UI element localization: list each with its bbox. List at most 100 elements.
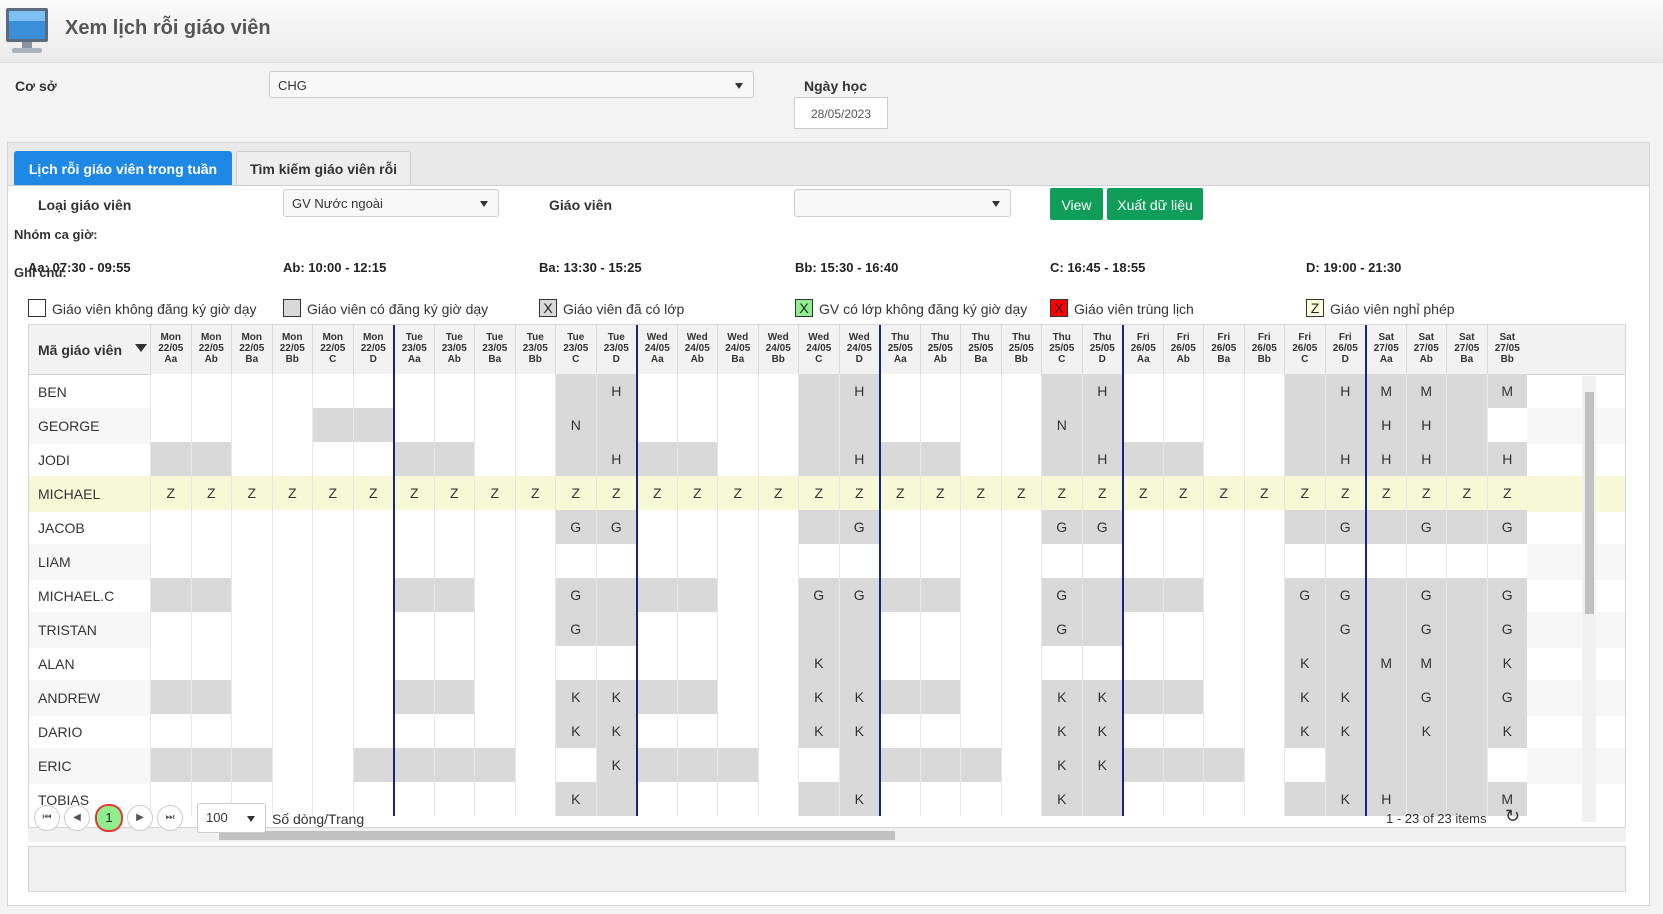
schedule-cell[interactable]: H	[1486, 442, 1527, 476]
next-page-icon[interactable]: ▶	[127, 805, 153, 831]
schedule-cell[interactable]	[271, 612, 312, 646]
schedule-cell[interactable]: Z	[271, 476, 313, 510]
schedule-cell[interactable]: G	[1486, 510, 1527, 544]
schedule-cell[interactable]: Z	[960, 476, 1001, 510]
schedule-cell[interactable]	[757, 408, 798, 442]
schedule-cell[interactable]	[514, 544, 555, 578]
schedule-cell[interactable]	[1284, 374, 1325, 408]
schedule-cell[interactable]: K	[1041, 680, 1082, 714]
schedule-cell[interactable]	[555, 544, 596, 578]
schedule-cell[interactable]	[1203, 680, 1244, 714]
schedule-cell[interactable]: Z	[1486, 476, 1528, 510]
schedule-cell[interactable]: K	[1284, 680, 1325, 714]
view-button[interactable]: View	[1050, 188, 1103, 220]
schedule-cell[interactable]: K	[1284, 646, 1325, 680]
schedule-cell[interactable]	[798, 442, 839, 476]
schedule-cell[interactable]	[474, 544, 515, 578]
schedule-cell[interactable]	[1203, 408, 1244, 442]
schedule-cell[interactable]	[312, 442, 353, 476]
schedule-cell[interactable]: H	[838, 374, 879, 408]
schedule-cell[interactable]	[312, 544, 353, 578]
schedule-cell[interactable]	[838, 646, 879, 680]
schedule-cell[interactable]	[150, 748, 191, 782]
schedule-cell[interactable]	[1081, 646, 1122, 680]
schedule-cell[interactable]: G	[1405, 578, 1446, 612]
schedule-cell[interactable]	[595, 544, 636, 578]
schedule-cell[interactable]	[676, 646, 717, 680]
schedule-cell[interactable]: K	[1324, 782, 1365, 816]
schedule-cell[interactable]: Z	[919, 476, 961, 510]
filter-icon[interactable]	[135, 344, 147, 352]
schedule-cell[interactable]	[474, 442, 515, 476]
schedule-cell[interactable]: H	[1365, 408, 1406, 442]
schedule-cell[interactable]	[1081, 612, 1122, 646]
schedule-cell[interactable]	[433, 748, 474, 782]
schedule-cell[interactable]	[919, 612, 960, 646]
schedule-cell[interactable]	[1122, 374, 1163, 408]
schedule-cell[interactable]: K	[838, 714, 879, 748]
schedule-cell[interactable]: M	[1365, 646, 1406, 680]
schedule-cell[interactable]	[312, 578, 353, 612]
schedule-cell[interactable]: K	[1324, 680, 1365, 714]
schedule-cell[interactable]	[1243, 374, 1284, 408]
schedule-cell[interactable]	[1162, 544, 1203, 578]
schedule-cell[interactable]	[717, 714, 758, 748]
schedule-cell[interactable]	[393, 374, 434, 408]
schedule-cell[interactable]: Z	[393, 476, 434, 510]
schedule-cell[interactable]	[1203, 442, 1244, 476]
schedule-cell[interactable]	[676, 544, 717, 578]
schedule-cell[interactable]	[1203, 374, 1244, 408]
schedule-cell[interactable]	[1243, 612, 1284, 646]
schedule-cell[interactable]	[1446, 408, 1487, 442]
schedule-cell[interactable]	[1122, 578, 1163, 612]
schedule-cell[interactable]	[757, 748, 798, 782]
schedule-cell[interactable]	[676, 442, 717, 476]
schedule-cell[interactable]	[676, 714, 717, 748]
schedule-cell[interactable]: Z	[1162, 476, 1204, 510]
schedule-cell[interactable]: Z	[555, 476, 596, 510]
schedule-cell[interactable]	[231, 612, 272, 646]
schedule-cell[interactable]	[1041, 374, 1082, 408]
schedule-cell[interactable]	[1243, 510, 1284, 544]
schedule-cell[interactable]	[636, 748, 677, 782]
schedule-cell[interactable]	[798, 612, 839, 646]
schedule-cell[interactable]	[960, 544, 1001, 578]
schedule-cell[interactable]	[1162, 714, 1203, 748]
schedule-cell[interactable]: Z	[433, 476, 475, 510]
schedule-cell[interactable]	[717, 646, 758, 680]
schedule-cell[interactable]	[879, 748, 920, 782]
schedule-cell[interactable]	[1000, 442, 1041, 476]
schedule-cell[interactable]	[190, 680, 231, 714]
schedule-cell[interactable]	[1324, 408, 1365, 442]
schedule-cell[interactable]	[1000, 680, 1041, 714]
schedule-cell[interactable]	[879, 680, 920, 714]
schedule-cell[interactable]	[271, 374, 312, 408]
schedule-cell[interactable]	[1324, 544, 1365, 578]
schedule-cell[interactable]	[1243, 442, 1284, 476]
schedule-cell[interactable]	[1243, 544, 1284, 578]
schedule-cell[interactable]	[798, 782, 839, 816]
schedule-cell[interactable]	[393, 612, 434, 646]
table-row[interactable]: JACOB G G G G G G G G	[29, 510, 1625, 546]
schedule-cell[interactable]	[960, 442, 1001, 476]
schedule-cell[interactable]	[231, 680, 272, 714]
schedule-cell[interactable]: K	[555, 782, 596, 816]
schedule-cell[interactable]	[393, 408, 434, 442]
schedule-cell[interactable]: Z	[514, 476, 556, 510]
schedule-cell[interactable]: Z	[1365, 476, 1406, 510]
schedule-cell[interactable]	[1446, 510, 1487, 544]
schedule-cell[interactable]	[879, 612, 920, 646]
schedule-cell[interactable]: G	[798, 578, 839, 612]
schedule-cell[interactable]	[636, 612, 677, 646]
schedule-cell[interactable]	[1162, 408, 1203, 442]
schedule-cell[interactable]	[960, 612, 1001, 646]
schedule-cell[interactable]	[150, 646, 191, 680]
schedule-cell[interactable]	[717, 544, 758, 578]
schedule-cell[interactable]: M	[1486, 374, 1527, 408]
schedule-cell[interactable]: Z	[717, 476, 758, 510]
schedule-cell[interactable]: Z	[1203, 476, 1244, 510]
schedule-cell[interactable]	[150, 374, 191, 408]
schedule-cell[interactable]: Z	[1081, 476, 1123, 510]
schedule-cell[interactable]: G	[555, 578, 596, 612]
schedule-cell[interactable]	[393, 748, 434, 782]
